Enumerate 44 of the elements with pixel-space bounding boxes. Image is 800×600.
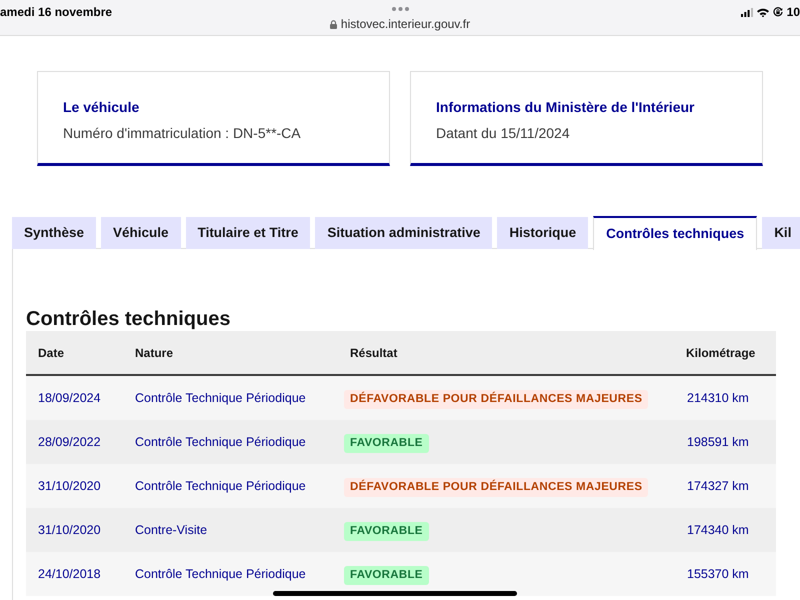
result-badge: DÉFAVORABLE POUR DÉFAILLANCES MAJEURES — [344, 478, 648, 497]
table-cell-text: Contrôle Technique Périodique — [134, 566, 307, 583]
rotation-lock-icon — [772, 7, 783, 17]
table-cell-text: 174327 km — [686, 478, 750, 495]
table-cell-text: Contrôle Technique Périodique — [134, 434, 307, 451]
table-cell-text: Contrôle Technique Périodique — [134, 390, 307, 407]
status-text: 10 — [786, 4, 800, 21]
wifi-icon — [756, 8, 769, 16]
tab[interactable]: Synthèse — [12, 217, 96, 249]
card-title: Informations du Ministère de l'Intérieur — [436, 98, 696, 117]
table-cell-text: 174340 km — [686, 522, 750, 539]
column-header: Nature — [134, 344, 174, 362]
table-cell-text: 214310 km — [686, 390, 750, 407]
table-cell-text: 28/09/2022 — [37, 434, 102, 451]
section-heading: Contrôles techniques — [26, 307, 232, 332]
result-badge: FAVORABLE — [344, 434, 429, 453]
result-badge: DÉFAVORABLE POUR DÉFAILLANCES MAJEURES — [344, 390, 648, 409]
tab[interactable]: Historique — [497, 217, 588, 249]
tab[interactable]: Kil — [762, 217, 800, 249]
signal-icon — [740, 8, 753, 16]
status-date: amedi 16 novembre — [0, 4, 112, 21]
address-bar-url[interactable]: histovec.interieur.gouv.fr — [340, 15, 470, 33]
tab[interactable]: Véhicule — [101, 217, 181, 249]
column-header: Date — [37, 344, 66, 362]
table-cell-text: 18/09/2024 — [37, 390, 102, 407]
card-text: Numéro d'immatriculation : DN-5**-CA — [63, 124, 302, 143]
column-header: Résultat — [349, 344, 398, 362]
table-cell-text: 155370 km — [686, 566, 750, 583]
result-badge: FAVORABLE — [344, 566, 429, 585]
tab[interactable]: Titulaire et Titre — [186, 217, 310, 249]
table-cell-text: Contre-Visite — [134, 522, 208, 539]
table-cell-text: Contrôle Technique Périodique — [134, 478, 307, 495]
lock-icon — [330, 20, 337, 28]
card-text: Datant du 15/11/2024 — [436, 124, 571, 143]
result-badge: FAVORABLE — [344, 522, 429, 541]
tab[interactable]: Contrôles techniques — [593, 216, 758, 250]
table-cell-text: 24/10/2018 — [37, 566, 102, 583]
more-dots-icon[interactable] — [392, 7, 409, 11]
tab[interactable]: Situation administrative — [315, 217, 492, 249]
table-cell-text: 31/10/2020 — [37, 478, 102, 495]
column-header: Kilométrage — [685, 344, 756, 362]
table-cell-text: 198591 km — [686, 434, 750, 451]
table-cell-text: 31/10/2020 — [37, 522, 102, 539]
card-title: Le véhicule — [63, 98, 140, 117]
